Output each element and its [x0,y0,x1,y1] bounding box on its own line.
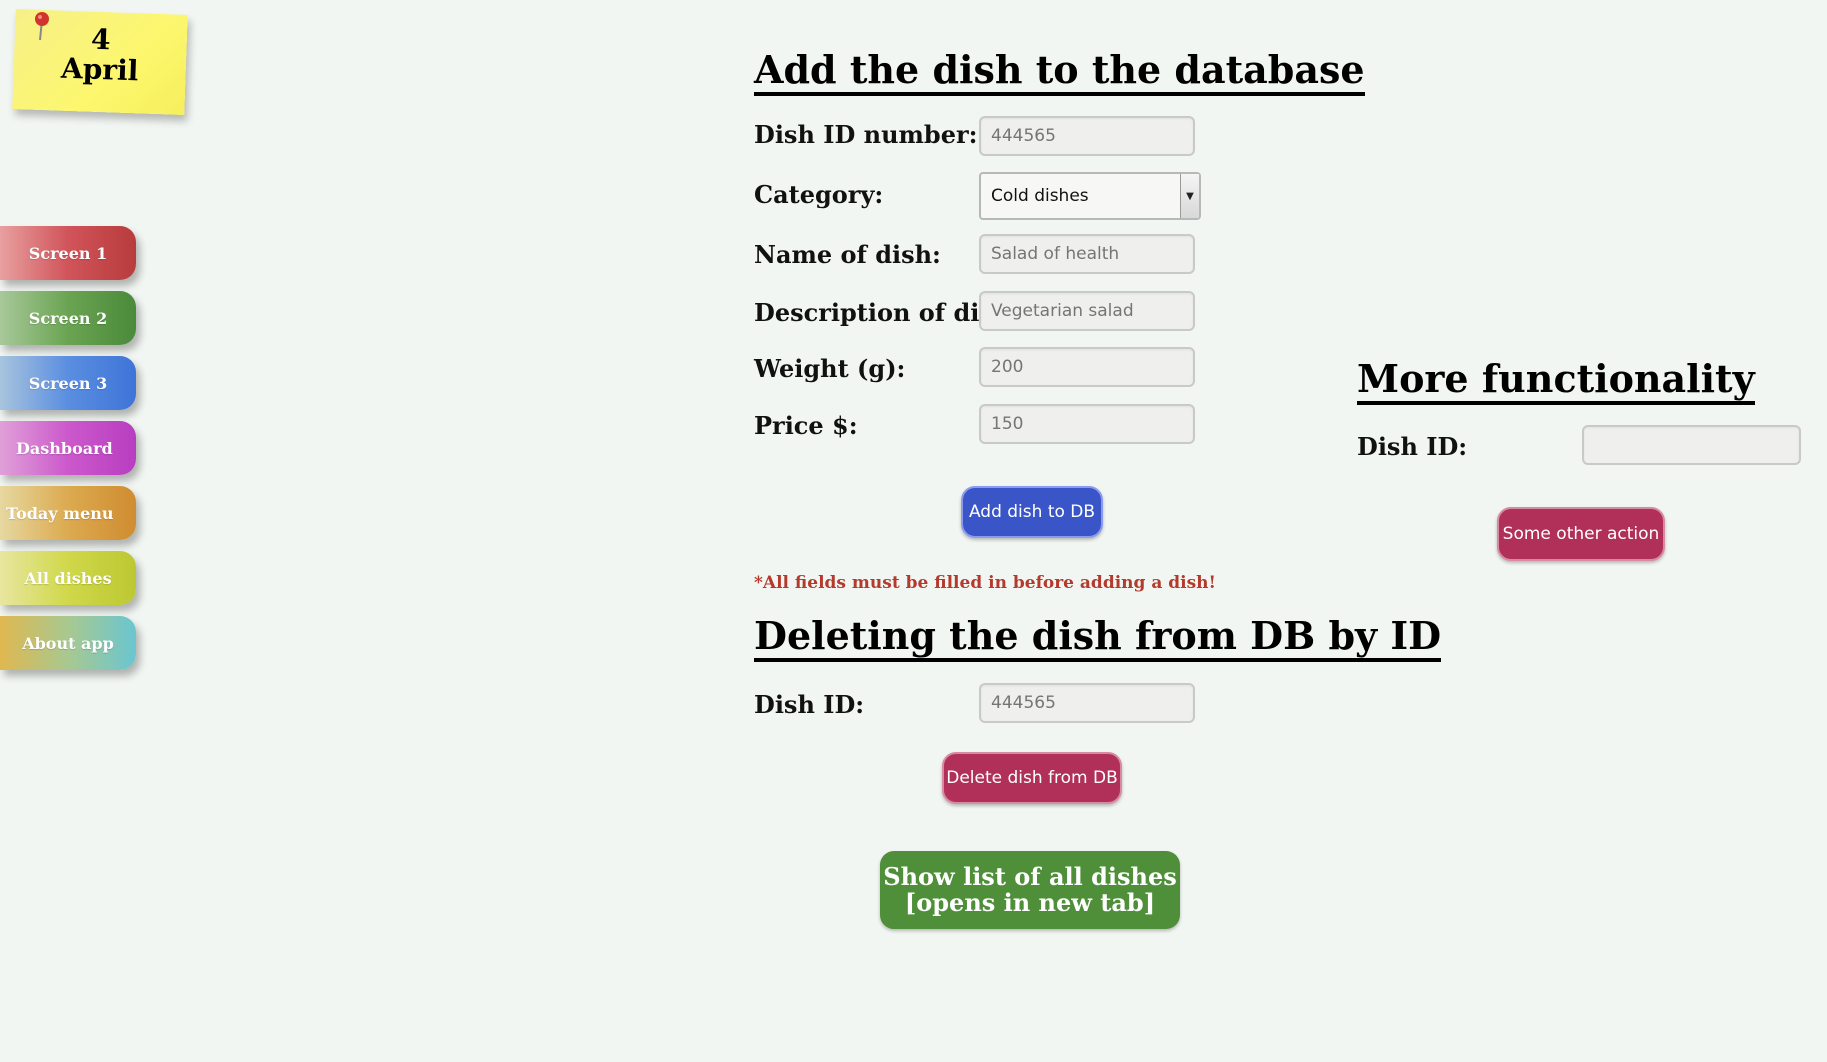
weight-input[interactable] [979,347,1195,387]
dish-id-input[interactable] [979,116,1195,156]
dish-name-label: Name of dish: [754,240,941,269]
nav-tab-about-app[interactable]: About app [0,616,136,670]
show-list-line1: Show list of all dishes [883,862,1177,891]
delete-dish-id-input[interactable] [979,683,1195,723]
delete-dish-id-label: Dish ID: [754,690,865,719]
nav-tab-label: Screen 3 [28,373,108,393]
nav-tab-label: About app [22,633,114,653]
nav-tab-dashboard[interactable]: Dashboard [0,421,136,475]
chevron-down-icon[interactable]: ▼ [1180,174,1199,218]
add-dish-button[interactable]: Add dish to DB [961,486,1103,538]
side-nav: Screen 1 Screen 2 Screen 3 Dashboard Tod… [0,226,136,681]
nav-tab-screen-1[interactable]: Screen 1 [0,226,136,280]
nav-tab-all-dishes[interactable]: All dishes [0,551,136,605]
category-select[interactable]: Cold dishes ▼ [979,172,1201,220]
note-month: April [60,51,139,88]
dish-id-label: Dish ID number: [754,120,978,149]
show-list-button[interactable]: Show list of all dishes [opens in new ta… [880,851,1180,929]
more-dish-id-label: Dish ID: [1357,432,1468,461]
nav-tab-screen-3[interactable]: Screen 3 [0,356,136,410]
nav-tab-label: Screen 2 [28,308,108,328]
nav-tab-today-menu[interactable]: Today menu [0,486,136,540]
nav-tab-label: All dishes [24,568,112,588]
nav-tab-label: Today menu [6,503,114,523]
page: 4 April Screen 1 Screen 2 Screen 3 Dashb… [0,0,1827,1062]
dish-name-input[interactable] [979,234,1195,274]
pushpin-icon [35,12,49,41]
some-other-action-button[interactable]: Some other action [1497,507,1665,561]
required-fields-warning: *All fields must be filled in before add… [754,573,1216,593]
nav-tab-screen-2[interactable]: Screen 2 [0,291,136,345]
more-dish-id-input[interactable] [1582,425,1801,465]
nav-tab-label: Screen 1 [28,243,108,263]
price-label: Price $: [754,411,858,440]
show-list-line2: [opens in new tab] [904,888,1156,917]
category-label: Category: [754,180,884,209]
price-input[interactable] [979,404,1195,444]
nav-tab-label: Dashboard [16,438,113,458]
dish-description-input[interactable] [979,291,1195,331]
more-functionality-title: More functionality [1357,357,1755,405]
add-dish-title: Add the dish to the database [754,48,1365,96]
delete-dish-button[interactable]: Delete dish from DB [942,752,1122,804]
category-selected-value: Cold dishes [991,186,1089,206]
weight-label: Weight (g): [754,354,906,383]
delete-dish-title: Deleting the dish from DB by ID [754,614,1442,662]
